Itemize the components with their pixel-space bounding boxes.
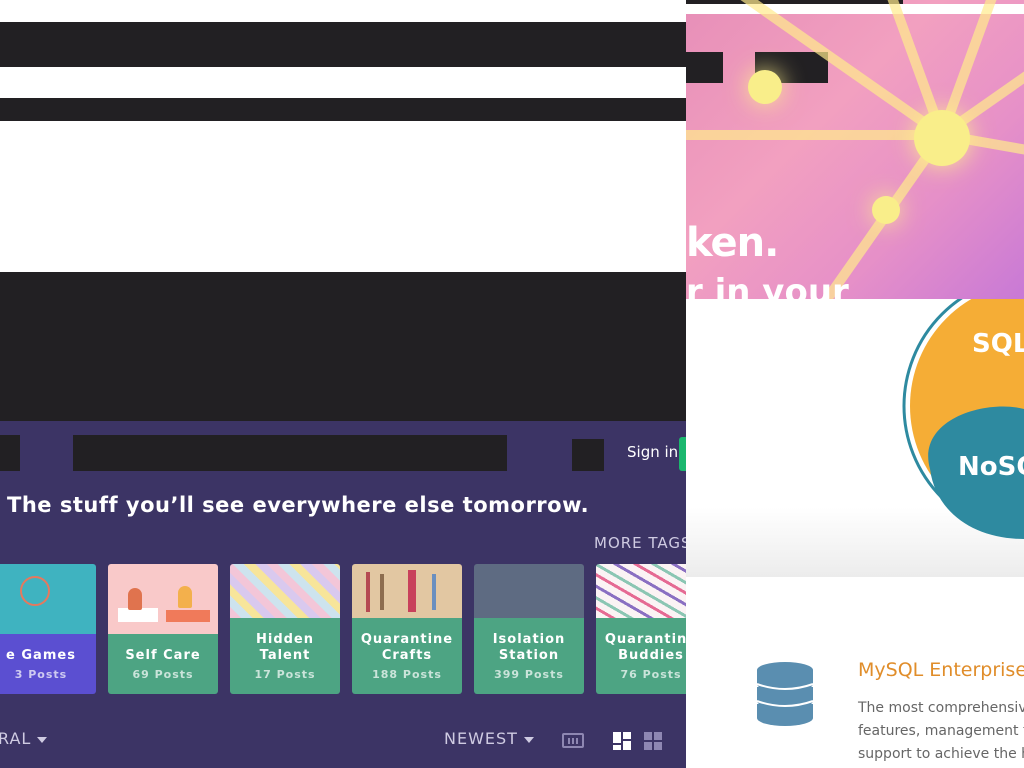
sign-up-button[interactable] — [679, 437, 686, 471]
more-tags-link[interactable]: MORE TAGS — [594, 534, 686, 552]
logo-block[interactable] — [0, 435, 20, 471]
tag-count: 17 Posts — [254, 667, 316, 681]
section-dropdown[interactable]: RAL — [0, 729, 48, 748]
ad-top-strip — [686, 4, 1024, 14]
chevron-down-icon — [37, 736, 48, 743]
grid-layout-icon[interactable] — [644, 732, 662, 750]
sort-dropdown-label: NEWEST — [444, 729, 518, 748]
waterfall-layout-icon[interactable] — [613, 732, 631, 750]
tag-tile[interactable]: e Games 3 Posts — [0, 564, 96, 694]
tag-tile[interactable]: Self Care 69 Posts — [108, 564, 218, 694]
sql-nosql-ad[interactable]: SQL NoSQ — [686, 299, 1024, 577]
nosql-label: NoSQ — [958, 452, 1024, 482]
tag-name: e Games — [6, 647, 76, 663]
tag-tile[interactable]: Hidden Talent 17 Posts — [230, 564, 340, 694]
tag-name: Isolation Station — [492, 631, 566, 663]
autoplay-toggle-icon[interactable] — [562, 733, 584, 748]
tag-name: Self Care — [125, 647, 201, 663]
mysql-title-link[interactable]: MySQL Enterprise — [858, 659, 1024, 681]
promo-ad-top[interactable]: ken. r in your — [686, 0, 1024, 299]
section-dropdown-label: RAL — [0, 729, 32, 748]
imgur-panel: Sign in The stuff you’ll see everywhere … — [0, 421, 686, 768]
mysql-enterprise-section: MySQL Enterprise The most comprehensive … — [686, 577, 1024, 768]
sun-graphic-small — [748, 70, 782, 104]
tag-count: 399 Posts — [494, 667, 564, 681]
mysql-description: The most comprehensive features, managem… — [858, 700, 1024, 762]
secondary-banner-block — [0, 98, 686, 121]
tag-name: Quarantine Crafts — [360, 631, 454, 663]
ad-brand-text: ken. — [686, 220, 779, 266]
tag-name: Hidden Talent — [255, 631, 315, 663]
page-tagline: The stuff you’ll see everywhere else tom… — [7, 493, 590, 517]
tag-tile[interactable]: Quarantine Crafts 188 Posts — [352, 564, 462, 694]
top-banner-block — [0, 22, 686, 67]
tag-count: 76 Posts — [620, 667, 682, 681]
sql-label: SQL — [972, 329, 1024, 359]
sun-graphic-bottom — [872, 196, 900, 224]
sign-in-link[interactable]: Sign in — [627, 443, 678, 461]
sort-dropdown[interactable]: NEWEST — [444, 729, 534, 748]
ad-tagline-text: r in your — [686, 272, 849, 299]
tag-count: 69 Posts — [132, 667, 194, 681]
sun-graphic — [914, 110, 970, 166]
upload-button[interactable] — [572, 439, 604, 471]
tag-name: Quarantine Buddies — [604, 631, 686, 663]
tag-tile[interactable]: Quarantine Buddies 76 Posts — [596, 564, 686, 694]
tag-count: 3 Posts — [14, 667, 68, 681]
search-input[interactable] — [73, 435, 507, 471]
database-icon — [756, 662, 814, 726]
ad-button-1[interactable] — [686, 52, 723, 83]
dark-content-block — [0, 272, 686, 421]
tag-count: 188 Posts — [372, 667, 442, 681]
chevron-down-icon — [523, 736, 534, 743]
tag-tile[interactable]: Isolation Station 399 Posts — [474, 564, 584, 694]
